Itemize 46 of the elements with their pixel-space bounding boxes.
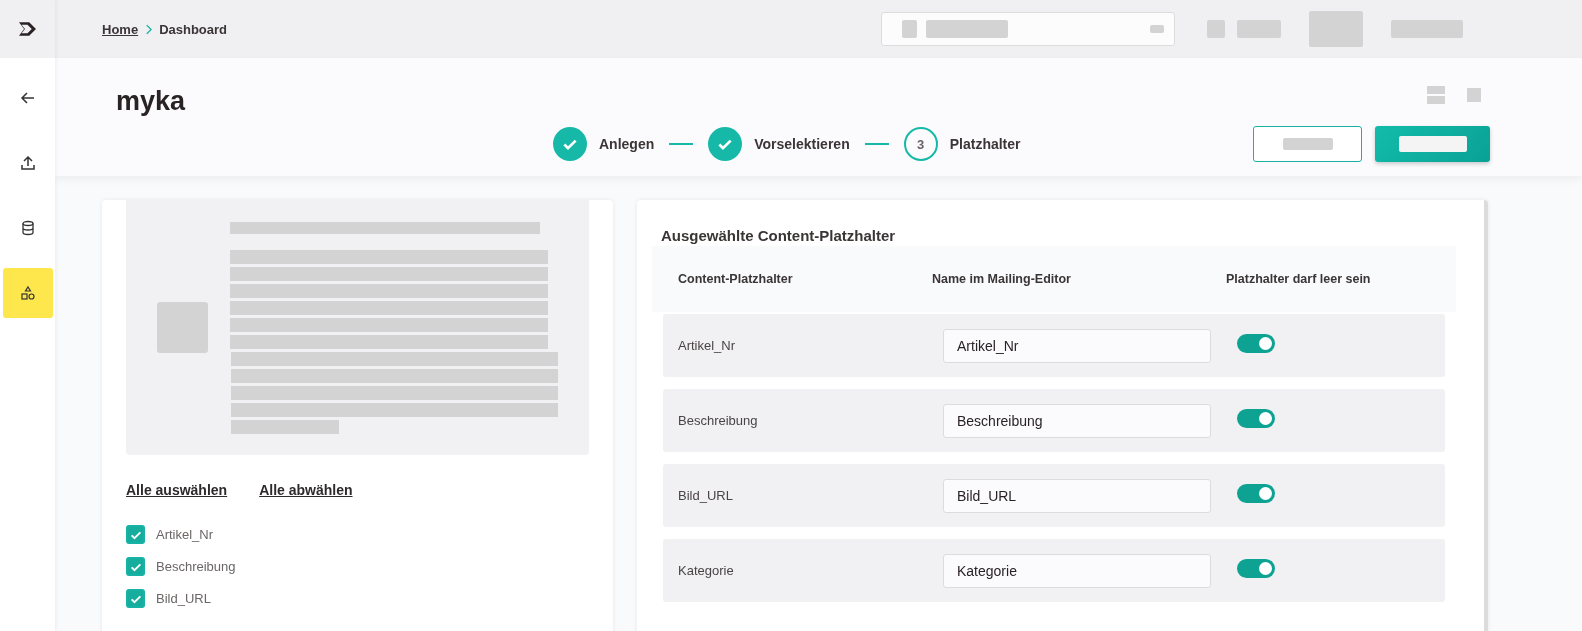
breadcrumb-current: Dashboard <box>159 21 228 37</box>
step-number: 3 <box>903 127 938 161</box>
redacted-block <box>1207 20 1225 38</box>
breadcrumb-link[interactable]: Home <box>102 21 139 37</box>
database-icon <box>19 220 36 236</box>
toggle-switch[interactable] <box>1237 334 1275 353</box>
table-cell-text: Bild_URL <box>677 488 734 503</box>
input-field[interactable]: Kategorie <box>943 553 1211 588</box>
input-field[interactable]: Artikel_Nr <box>943 328 1211 363</box>
input-field[interactable]: Beschreibung <box>943 403 1211 438</box>
upload-icon <box>19 155 36 171</box>
list-view-icon[interactable] <box>1427 86 1445 104</box>
select-link[interactable]: Alle auswählen <box>126 482 228 498</box>
section-title: Ausgewählte Content-Platzhalter <box>661 227 897 244</box>
column-header: Platzhalter darf leer sein <box>1226 272 1372 286</box>
toggle-switch[interactable] <box>1237 484 1275 503</box>
table-cell-text: Beschreibung <box>677 413 759 428</box>
primary-button[interactable] <box>1375 126 1490 162</box>
step-label: Anlegen <box>599 136 655 152</box>
checkbox-label: Artikel_Nr <box>156 527 214 542</box>
toggle-switch[interactable] <box>1237 409 1275 428</box>
select-link[interactable]: Alle abwählen <box>259 482 353 498</box>
column-header: Name im Mailing-Editor <box>932 272 1072 286</box>
table-cell-text: Kategorie <box>677 563 735 578</box>
checkbox-label: Bild_URL <box>156 591 211 606</box>
sidebar-item[interactable] <box>2 268 53 318</box>
redacted-block <box>1391 20 1463 38</box>
toggle-switch[interactable] <box>1237 559 1275 578</box>
shapes-icon <box>19 285 36 301</box>
checkbox-label: Beschreibung <box>156 559 236 574</box>
table-cell-text: Artikel_Nr <box>677 338 737 353</box>
search-field[interactable] <box>881 12 1175 46</box>
checkbox[interactable] <box>126 589 145 608</box>
secondary-button[interactable] <box>1253 126 1362 162</box>
redacted-block <box>1237 20 1281 38</box>
checkbox[interactable] <box>126 525 145 544</box>
page-title: myka <box>116 86 186 117</box>
checkbox[interactable] <box>126 557 145 576</box>
step-label: Vorselektieren <box>754 136 850 152</box>
step-label: Platzhalter <box>949 136 1021 152</box>
logo-icon <box>19 22 36 36</box>
input-field[interactable]: Bild_URL <box>943 478 1211 513</box>
back-arrow-icon <box>19 90 36 106</box>
column-header: Content-Platzhalter <box>677 272 794 286</box>
redacted-block <box>1309 11 1363 47</box>
chevron-icon <box>145 23 153 35</box>
